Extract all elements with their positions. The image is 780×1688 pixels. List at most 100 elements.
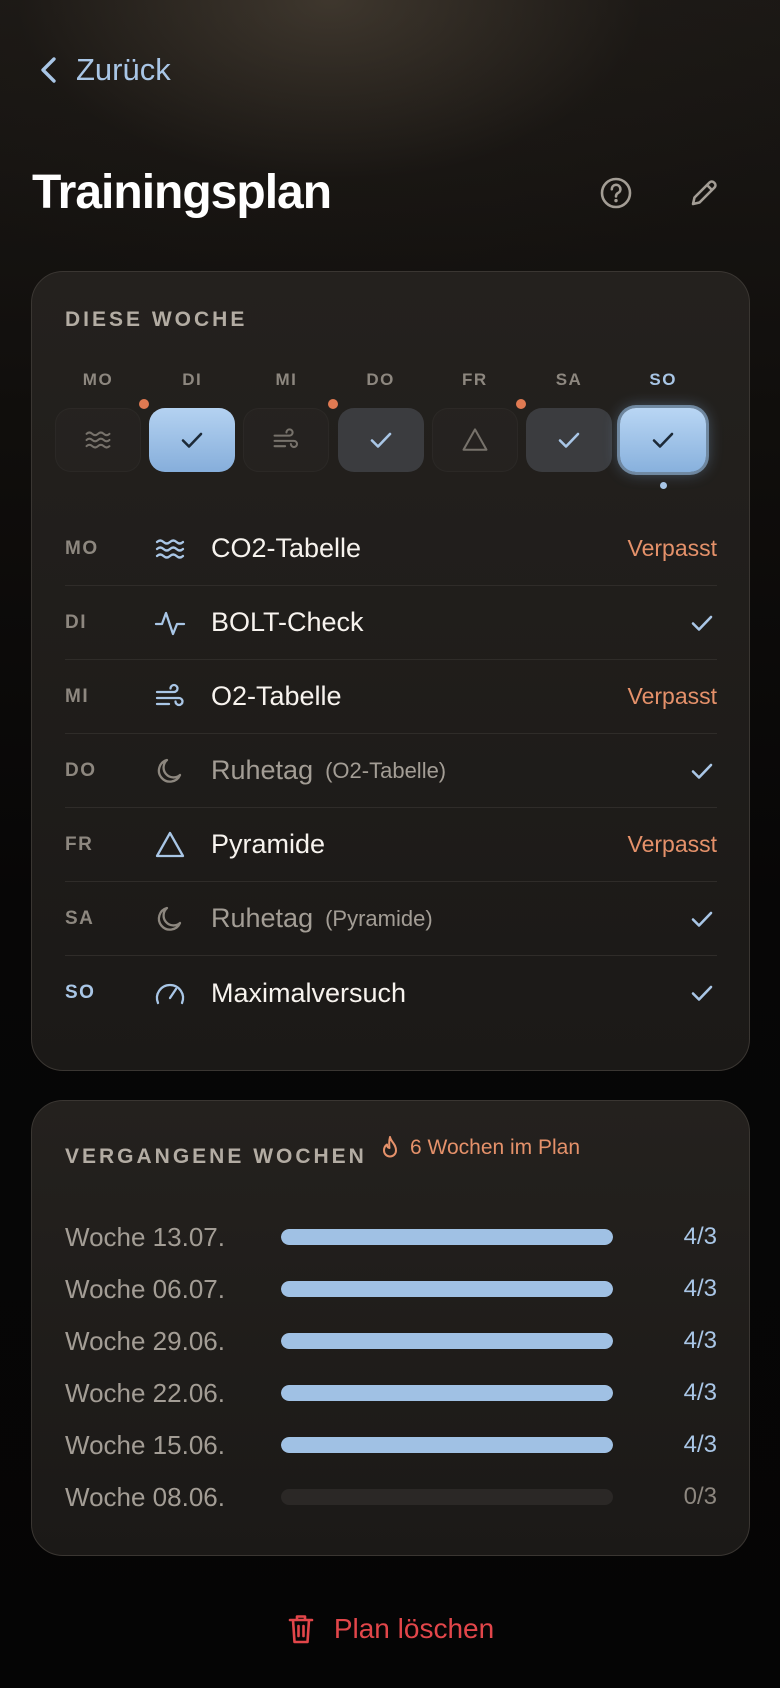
past-week-row[interactable]: Woche 29.06. 4/3 [65, 1319, 717, 1363]
section-label-past-weeks: VERGANGENE WOCHEN [65, 1145, 367, 1168]
past-weeks-card: VERGANGENE WOCHEN 6 Wochen im Plan Woche… [31, 1100, 750, 1556]
delete-plan-label: Plan löschen [333, 1613, 495, 1644]
today-indicator-dot [659, 482, 667, 489]
moon-icon [153, 754, 211, 788]
past-week-row[interactable]: Woche 06.07. 4/3 [65, 1267, 717, 1311]
back-label: Zurück [76, 52, 171, 87]
pulse-icon [153, 606, 211, 640]
gauge-icon [153, 976, 211, 1010]
plan-exercise-sub: (O2-Tabelle) [325, 757, 447, 783]
missed-indicator-dot [139, 399, 150, 409]
week-progress-bar [281, 1281, 613, 1297]
week-count: 0/3 [683, 1483, 717, 1510]
past-week-row[interactable]: Woche 08.06. 0/3 [65, 1475, 717, 1519]
edit-button[interactable] [684, 173, 724, 213]
check-icon [366, 425, 396, 455]
plan-exercise-name: Maximalversuch [211, 977, 407, 1008]
missed-indicator-dot [327, 399, 338, 409]
chevron-left-icon [41, 57, 56, 83]
delete-plan-button[interactable]: Plan löschen [0, 1612, 780, 1646]
flame-icon [383, 1136, 397, 1158]
day-column-mi: MI [242, 370, 330, 472]
day-label: FR [461, 370, 488, 389]
day-column-sa: SA [516, 370, 613, 472]
day-tile-di[interactable] [139, 399, 236, 472]
plan-exercise-name: CO2-Tabelle [211, 533, 362, 563]
week-progress-fill [281, 1281, 613, 1297]
week-progress-fill [281, 1385, 613, 1401]
pencil-icon [691, 180, 717, 206]
week-label: Woche 22.06. [65, 1377, 225, 1408]
day-column-fr: FR [431, 370, 519, 472]
plan-row-so[interactable]: SO Maximalversuch [65, 956, 717, 1030]
week-count: 4/3 [683, 1275, 717, 1302]
day-label: SO [649, 370, 677, 389]
week-progress-fill [281, 1333, 613, 1349]
week-label: Woche 15.06. [65, 1429, 225, 1460]
check-icon [648, 425, 678, 455]
day-column-so: SO [619, 370, 707, 489]
plan-exercise-name: O2-Tabelle [211, 681, 342, 711]
streak-badge: 6 Wochen im Plan [378, 1135, 580, 1161]
status-missed-label: Verpasst [627, 683, 718, 709]
back-button[interactable]: Zurück [36, 52, 171, 88]
day-label: MO [82, 370, 114, 389]
waves-icon [153, 532, 211, 566]
help-button[interactable] [596, 173, 636, 213]
past-week-row[interactable]: Woche 15.06. 4/3 [65, 1423, 717, 1467]
page-title: Trainingsplan [32, 166, 332, 219]
check-icon [554, 425, 584, 455]
moon-icon [153, 902, 211, 936]
check-icon [687, 978, 717, 1008]
week-count: 4/3 [683, 1431, 717, 1458]
plan-row-di[interactable]: DI BOLT-Check [65, 586, 717, 660]
plan-exercise-name: BOLT-Check [211, 607, 364, 637]
section-label-this-week: DIESE WOCHE [65, 308, 248, 331]
day-column-do: DO [327, 370, 425, 472]
plan-day-label: MI [65, 685, 90, 707]
plan-row-do[interactable]: DO Ruhetag (O2-Tabelle) [65, 734, 717, 808]
day-label: DO [366, 370, 395, 389]
plan-row-mo[interactable]: MO CO2-Tabelle Verpasst [65, 512, 717, 586]
plan-day-label: DI [65, 611, 87, 633]
week-label: Woche 08.06. [65, 1481, 225, 1512]
check-icon [177, 425, 207, 455]
plan-day-label: FR [65, 833, 94, 855]
check-icon [687, 608, 717, 638]
check-icon [687, 904, 717, 934]
day-tile-fr[interactable] [432, 408, 518, 472]
day-column-di: DI [139, 370, 236, 472]
plan-day-label: DO [65, 759, 97, 781]
plan-exercise-name: Ruhetag [211, 903, 314, 933]
help-icon [600, 177, 632, 209]
past-week-row[interactable]: Woche 13.07. 4/3 [65, 1215, 717, 1259]
day-column-mo: MO [54, 370, 142, 472]
week-progress-fill [281, 1229, 613, 1245]
week-count: 4/3 [683, 1379, 717, 1406]
week-progress-bar [281, 1333, 613, 1349]
day-tile-so[interactable] [620, 408, 707, 472]
plan-row-mi[interactable]: MI O2-Tabelle Verpasst [65, 660, 717, 734]
plan-row-sa[interactable]: SA Ruhetag (Pyramide) [65, 882, 717, 956]
week-progress-bar [281, 1489, 613, 1505]
day-tile-do[interactable] [327, 399, 424, 472]
week-progress-fill [281, 1437, 613, 1453]
week-label: Woche 29.06. [65, 1325, 225, 1356]
past-week-row[interactable]: Woche 22.06. 4/3 [65, 1371, 717, 1415]
status-missed-label: Verpasst [627, 535, 718, 561]
status-missed-label: Verpasst [627, 831, 718, 857]
trash-icon [288, 1615, 314, 1644]
day-tile-mi[interactable] [243, 408, 329, 472]
plan-list: MO CO2-Tabelle Verpasst DI BOLT-Check MI O2-Ta… [65, 512, 717, 1030]
week-label: Woche 13.07. [65, 1221, 225, 1252]
missed-indicator-dot [516, 399, 526, 409]
day-label: DI [182, 370, 203, 389]
week-label: Woche 06.07. [65, 1273, 225, 1304]
week-count: 4/3 [683, 1327, 717, 1354]
day-tile-mo[interactable] [55, 408, 141, 472]
plan-exercise-sub: (Pyramide) [325, 905, 433, 931]
plan-row-fr[interactable]: FR Pyramide Verpasst [65, 808, 717, 882]
plan-exercise-name: Ruhetag [211, 755, 314, 785]
plan-day-label: MO [65, 537, 99, 559]
day-tile-sa[interactable] [516, 399, 612, 472]
